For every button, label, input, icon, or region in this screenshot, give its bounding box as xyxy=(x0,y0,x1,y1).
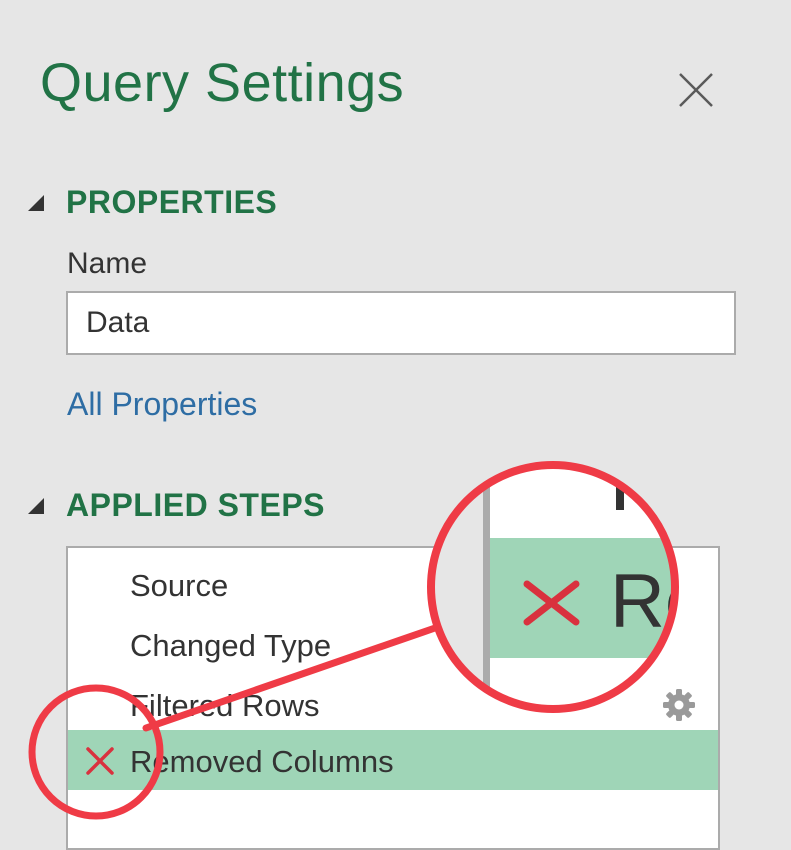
step-label: Removed Columns xyxy=(130,744,394,779)
properties-header: PROPERTIES xyxy=(66,184,278,220)
pane-title: Query Settings xyxy=(40,53,405,113)
error-x-icon xyxy=(86,747,114,775)
all-properties-link[interactable]: All Properties xyxy=(67,386,257,423)
properties-section-toggle[interactable]: PROPERTIES xyxy=(26,184,277,221)
step-label: Filtered Rows xyxy=(130,688,320,723)
applied-steps-list: Source Changed Type Filtered Rows Remove… xyxy=(66,546,720,850)
collapse-triangle-icon xyxy=(28,194,44,211)
gear-icon[interactable] xyxy=(662,688,696,722)
step-label: Source xyxy=(130,568,229,603)
collapse-triangle-icon xyxy=(28,497,44,514)
step-filtered-rows[interactable]: Filtered Rows xyxy=(68,674,718,734)
step-removed-columns[interactable]: Removed Columns xyxy=(68,730,718,790)
applied-steps-section-toggle[interactable]: APPLIED STEPS xyxy=(26,487,325,524)
step-changed-type[interactable]: Changed Type xyxy=(68,614,718,674)
close-icon[interactable] xyxy=(676,70,716,110)
name-label: Name xyxy=(67,247,148,280)
step-source[interactable]: Source xyxy=(68,554,718,614)
step-label: Changed Type xyxy=(130,628,332,663)
applied-steps-header: APPLIED STEPS xyxy=(66,487,325,523)
query-name-input[interactable] xyxy=(66,291,736,355)
